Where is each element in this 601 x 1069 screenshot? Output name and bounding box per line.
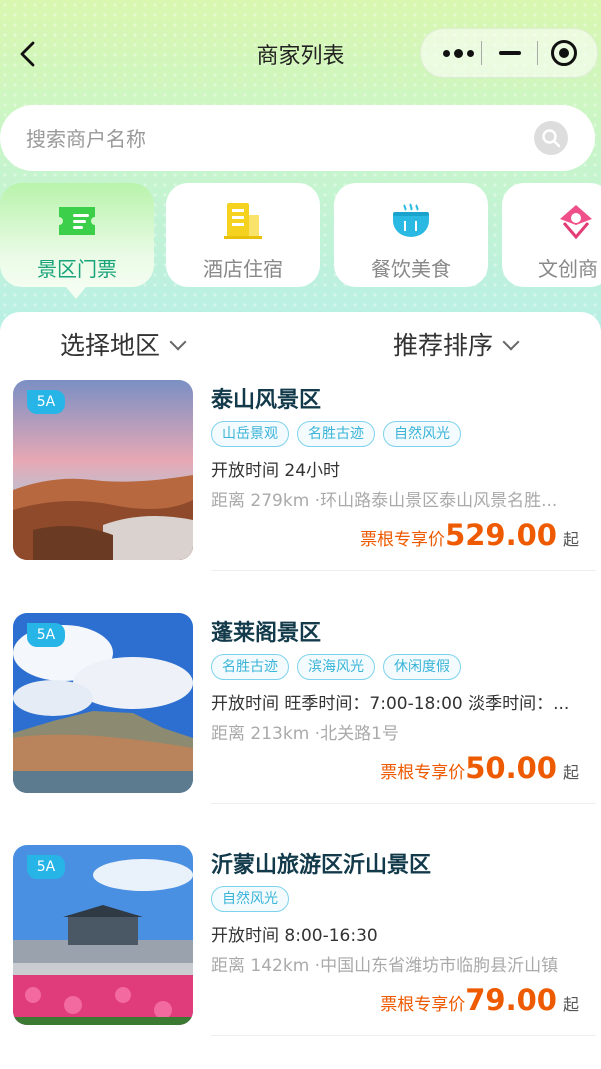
kite-icon <box>560 205 592 240</box>
more-button[interactable] <box>435 29 481 77</box>
chevron-down-icon <box>502 333 520 351</box>
price-suffix: 起 <box>562 530 579 549</box>
category-label: 景区门票 <box>37 257 117 281</box>
merchant-tag: 自然风光 <box>383 421 461 447</box>
food-bowl-icon <box>393 203 429 237</box>
price-block: 票根专享价50.00 起 <box>380 751 579 785</box>
region-filter-button[interactable]: 选择地区 <box>60 326 187 362</box>
distance-address: 距离 279km ·环山路泰山景区泰山风景名胜... <box>211 491 558 511</box>
opening-hours: 开放时间 8:00-16:30 <box>211 926 378 946</box>
category-tab-hotel[interactable]: 酒店住宿 <box>166 183 320 287</box>
price-value: 79.00 <box>465 983 557 1017</box>
price-block: 票根专享价79.00 起 <box>380 983 579 1017</box>
merchant-tag: 自然风光 <box>211 886 289 912</box>
category-label: 文创商 <box>538 257 598 281</box>
search-input[interactable] <box>24 105 508 173</box>
price-label: 票根专享价 <box>380 763 466 783</box>
merchant-photo: 5A <box>13 845 193 1025</box>
price-suffix: 起 <box>562 995 579 1014</box>
category-tab-food[interactable]: 餐饮美食 <box>334 183 488 287</box>
mini-program-capsule <box>420 28 598 78</box>
price-value: 529.00 <box>445 518 557 552</box>
merchant-card[interactable]: 5A 蓬莱阁景区 名胜古迹 滨海风光 休闲度假 开放时间 旺季时间：7:00-1… <box>0 613 601 813</box>
search-bar <box>0 105 595 173</box>
region-filter-label: 选择地区 <box>60 331 161 360</box>
merchant-card[interactable]: 5A 沂蒙山旅游区沂山景区 自然风光 开放时间 8:00-16:30 距离 14… <box>0 845 601 1045</box>
price-value: 50.00 <box>465 751 557 785</box>
rating-badge: 5A <box>27 623 65 647</box>
opening-hours: 开放时间 旺季时间：7:00-18:00 淡季时间：... <box>211 694 570 714</box>
category-label: 酒店住宿 <box>203 257 283 281</box>
merchant-photo: 5A <box>13 380 193 560</box>
ticket-icon <box>59 207 95 235</box>
merchant-name: 蓬莱阁景区 <box>211 621 322 646</box>
search-icon <box>542 129 561 148</box>
sort-filter-label: 推荐排序 <box>393 331 494 360</box>
merchant-name: 泰山风景区 <box>211 388 322 413</box>
more-dots-icon <box>442 49 450 57</box>
rating-badge: 5A <box>27 390 65 414</box>
minimize-button[interactable] <box>499 51 521 55</box>
hotel-icon <box>224 203 262 239</box>
divider <box>211 803 596 804</box>
merchant-tags: 山岳景观 名胜古迹 自然风光 <box>211 421 461 447</box>
capsule-divider <box>537 41 538 65</box>
merchant-tag: 滨海风光 <box>297 654 375 680</box>
merchant-name: 沂蒙山旅游区沂山景区 <box>211 853 432 878</box>
category-label: 餐饮美食 <box>371 257 451 281</box>
merchant-tag: 休闲度假 <box>383 654 461 680</box>
category-tab-cultural[interactable]: 文创商 <box>502 183 601 287</box>
search-button[interactable] <box>534 121 568 155</box>
rating-badge: 5A <box>27 855 65 879</box>
nav-bar: 商家列表 <box>0 24 601 82</box>
price-label: 票根专享价 <box>360 530 446 550</box>
close-target-button[interactable] <box>551 40 577 66</box>
divider <box>211 570 596 571</box>
capsule-divider <box>481 41 482 65</box>
opening-hours: 开放时间 24小时 <box>211 461 341 481</box>
merchant-tag: 山岳景观 <box>211 421 289 447</box>
category-tab-scenic-tickets[interactable]: 景区门票 <box>0 183 154 299</box>
price-block: 票根专享价529.00 起 <box>360 518 579 552</box>
merchant-card[interactable]: 5A 泰山风景区 山岳景观 名胜古迹 自然风光 开放时间 24小时 距离 279… <box>0 380 601 580</box>
divider <box>211 1035 596 1036</box>
distance-address: 距离 213km ·北关路1号 <box>211 724 399 744</box>
sort-filter-button[interactable]: 推荐排序 <box>393 326 520 362</box>
merchant-tags: 名胜古迹 滨海风光 休闲度假 <box>211 654 461 680</box>
distance-address: 距离 142km ·中国山东省潍坊市临朐县沂山镇 <box>211 956 559 976</box>
merchant-tag: 名胜古迹 <box>297 421 375 447</box>
filter-bar: 选择地区 推荐排序 <box>0 312 601 374</box>
merchant-photo: 5A <box>13 613 193 793</box>
chevron-down-icon <box>169 333 187 351</box>
price-label: 票根专享价 <box>380 995 466 1015</box>
price-suffix: 起 <box>562 763 579 782</box>
merchant-tag: 名胜古迹 <box>211 654 289 680</box>
merchant-tags: 自然风光 <box>211 886 289 912</box>
